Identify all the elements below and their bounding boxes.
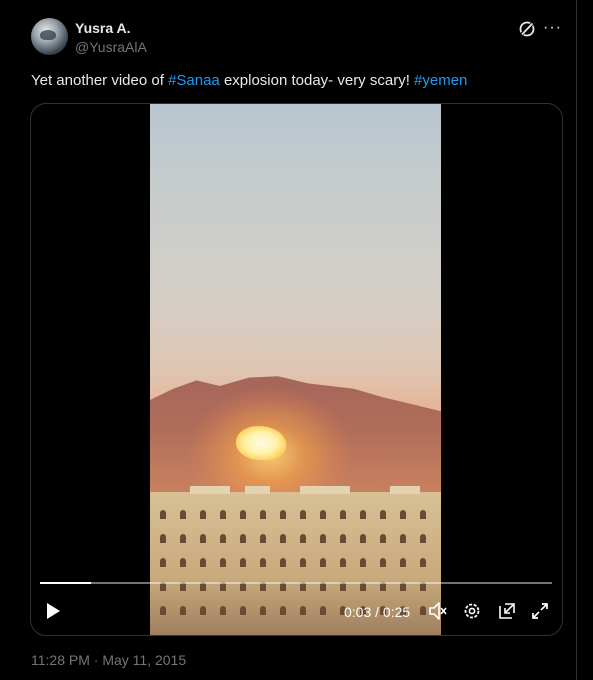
- building-window: [200, 510, 206, 519]
- building-rooftop: [245, 486, 270, 494]
- hashtag-yemen[interactable]: #yemen: [414, 72, 467, 89]
- building-window: [220, 558, 226, 567]
- building-window: [380, 534, 386, 543]
- mute-icon[interactable]: [428, 600, 448, 622]
- tweet-text-part: explosion today- very scary!: [219, 72, 415, 89]
- building-window: [300, 606, 306, 615]
- building-window: [340, 534, 346, 543]
- building-window: [260, 534, 266, 543]
- building-window: [320, 510, 326, 519]
- building-window: [220, 510, 226, 519]
- more-icon[interactable]: ···: [543, 19, 561, 39]
- building-window: [260, 606, 266, 615]
- post: Yusra A. @YusraAlA ··· Yet another video…: [0, 0, 577, 680]
- building-window: [420, 510, 426, 519]
- building-window: [300, 558, 306, 567]
- post-timestamp[interactable]: 11:28 PM · May 11, 2015: [31, 652, 186, 668]
- tweet-text-part: Yet another video of: [31, 72, 169, 89]
- building-window: [240, 510, 246, 519]
- building-window: [200, 558, 206, 567]
- building-window: [300, 534, 306, 543]
- building-window: [380, 510, 386, 519]
- building-window: [280, 534, 286, 543]
- building-window: [280, 558, 286, 567]
- video-frame[interactable]: [150, 104, 441, 635]
- building-window: [160, 510, 166, 519]
- building-window: [240, 534, 246, 543]
- play-icon[interactable]: [44, 600, 62, 622]
- video-player[interactable]: 0:03 / 0:25: [30, 103, 563, 636]
- building-window: [260, 558, 266, 567]
- building-window: [180, 558, 186, 567]
- building-window: [180, 534, 186, 543]
- building-window: [400, 510, 406, 519]
- building-window: [420, 558, 426, 567]
- building-window: [160, 534, 166, 543]
- author-handle[interactable]: @YusraAlA: [75, 39, 147, 55]
- building-window: [220, 534, 226, 543]
- building-window: [280, 606, 286, 615]
- author-name[interactable]: Yusra A.: [75, 20, 131, 36]
- building-window: [300, 510, 306, 519]
- building-window: [360, 510, 366, 519]
- building-window: [320, 558, 326, 567]
- building-window: [340, 558, 346, 567]
- building-window: [240, 558, 246, 567]
- building-rooftop: [300, 486, 350, 494]
- tweet-text: Yet another video of #Sanaa explosion to…: [31, 72, 467, 89]
- building-window: [180, 510, 186, 519]
- building-window: [360, 534, 366, 543]
- building-window: [420, 534, 426, 543]
- video-progress-fill: [40, 582, 92, 584]
- current-time: 0:03: [344, 604, 372, 620]
- video-time: 0:03 / 0:25: [344, 604, 410, 620]
- building-window: [380, 558, 386, 567]
- explosion-core: [236, 426, 286, 460]
- building-window: [320, 606, 326, 615]
- building-window: [360, 558, 366, 567]
- fullscreen-icon[interactable]: [530, 600, 550, 622]
- avatar[interactable]: [31, 18, 68, 55]
- building-window: [400, 534, 406, 543]
- video-progress-bar[interactable]: [40, 582, 552, 584]
- building-window: [160, 558, 166, 567]
- building-window: [280, 510, 286, 519]
- building-window: [420, 606, 426, 615]
- building-window: [160, 606, 166, 615]
- building-window: [200, 534, 206, 543]
- settings-icon[interactable]: [462, 600, 482, 622]
- building-window: [240, 606, 246, 615]
- building-window: [400, 558, 406, 567]
- hashtag-sanaa[interactable]: #Sanaa: [168, 72, 220, 89]
- building-window: [340, 510, 346, 519]
- building-rooftop: [390, 486, 420, 494]
- time-separator: /: [371, 604, 383, 620]
- duration: 0:25: [382, 604, 411, 620]
- building-window: [320, 534, 326, 543]
- building-window: [220, 606, 226, 615]
- building-window: [200, 606, 206, 615]
- grok-icon[interactable]: [517, 19, 537, 39]
- building-window: [180, 606, 186, 615]
- building-rooftop: [190, 486, 230, 494]
- building-window: [260, 510, 266, 519]
- pip-icon[interactable]: [497, 600, 517, 622]
